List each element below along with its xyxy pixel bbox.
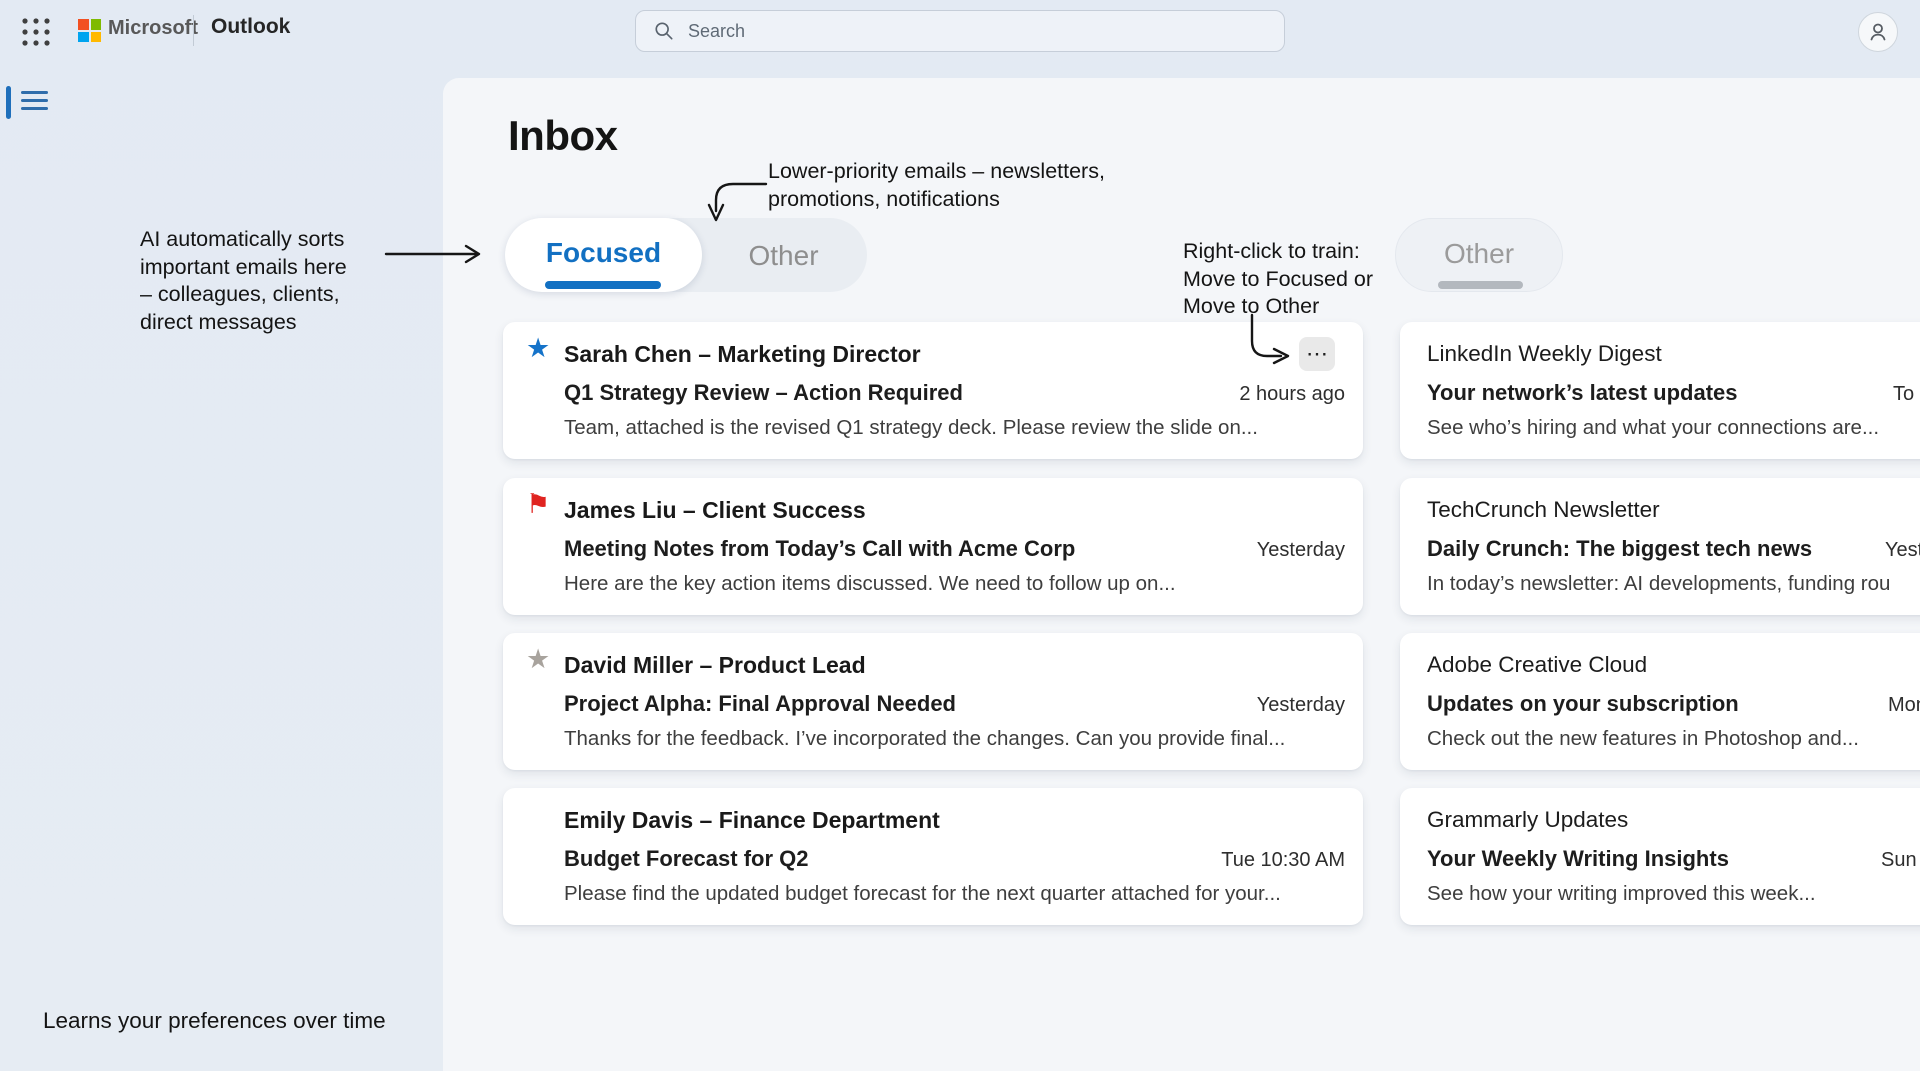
flag-icon[interactable]: ⚑ — [526, 491, 550, 518]
tab-other-right-label: Other — [1396, 219, 1562, 289]
hamburger-menu-icon[interactable] — [21, 91, 49, 113]
waffle-grid-icon — [18, 14, 54, 50]
other-email-card[interactable]: Adobe Creative Cloud Updates on your sub… — [1400, 633, 1920, 770]
tab-other[interactable]: Other — [702, 218, 865, 292]
annotation-train-note: Right-click to train: Move to Focused or… — [1183, 238, 1373, 321]
tab-focused-label: Focused — [505, 218, 702, 288]
tab-focused-underline — [545, 281, 661, 289]
email-time: Mon — [1888, 694, 1920, 717]
other-email-card[interactable]: LinkedIn Weekly Digest Your network’s la… — [1400, 322, 1920, 459]
email-subject: Budget Forecast for Q2 — [564, 846, 808, 872]
email-sender: Emily Davis – Finance Department — [564, 807, 940, 834]
focused-email-card[interactable]: ★ David Miller – Product Lead Project Al… — [503, 633, 1363, 770]
topbar-divider — [193, 15, 194, 46]
email-time: Yest — [1885, 539, 1920, 562]
email-subject: Project Alpha: Final Approval Needed — [564, 691, 956, 717]
search-bar[interactable] — [635, 10, 1285, 52]
email-subject: Updates on your subscription — [1427, 691, 1739, 717]
ellipsis-icon: ⋯ — [1306, 341, 1328, 367]
email-time: Yesterday — [1257, 539, 1345, 562]
outlook-wordmark: Outlook — [211, 15, 290, 39]
email-subject: Your network’s latest updates — [1427, 380, 1738, 406]
search-icon — [654, 21, 674, 41]
email-preview: Check out the new features in Photoshop … — [1427, 727, 1859, 751]
focused-email-card[interactable]: Emily Davis – Finance Department Budget … — [503, 788, 1363, 925]
email-sender: James Liu – Client Success — [564, 497, 866, 524]
ms-logo-red-square — [78, 19, 89, 30]
top-bar: Microsoft Outlook — [0, 0, 1920, 65]
more-options-button[interactable]: ⋯ — [1299, 337, 1335, 371]
email-sender: Adobe Creative Cloud — [1427, 652, 1647, 678]
email-sender: Grammarly Updates — [1427, 807, 1628, 833]
microsoft-logo[interactable] — [78, 19, 101, 42]
email-time: Tue 10:30 AM — [1221, 849, 1345, 872]
app-launcher-icon[interactable] — [18, 14, 54, 50]
email-sender: David Miller – Product Lead — [564, 652, 866, 679]
annotation-footer-note: Learns your preferences over time — [43, 1008, 386, 1034]
email-preview: See how your writing improved this week.… — [1427, 882, 1816, 906]
search-input[interactable] — [686, 20, 1284, 43]
annotation-other-note: Lower-priority emails – newsletters, pro… — [768, 158, 1105, 213]
ms-logo-green-square — [91, 19, 102, 30]
email-sender: Sarah Chen – Marketing Director — [564, 341, 921, 368]
email-sender: LinkedIn Weekly Digest — [1427, 341, 1662, 367]
email-subject: Meeting Notes from Today’s Call with Acm… — [564, 536, 1075, 562]
email-preview: Team, attached is the revised Q1 strateg… — [564, 416, 1258, 440]
email-time: Yesterday — [1257, 694, 1345, 717]
email-preview: Thanks for the feedback. I’ve incorporat… — [564, 727, 1285, 751]
email-time: 2 hours ago — [1239, 383, 1345, 406]
page-title: Inbox — [508, 112, 618, 160]
account-icon — [1866, 20, 1890, 44]
focused-email-card[interactable]: ⚑ James Liu – Client Success Meeting Not… — [503, 478, 1363, 615]
email-preview: See who’s hiring and what your connectio… — [1427, 416, 1879, 440]
other-email-card[interactable]: Grammarly Updates Your Weekly Writing In… — [1400, 788, 1920, 925]
star-icon[interactable]: ★ — [526, 646, 550, 673]
email-subject: Your Weekly Writing Insights — [1427, 846, 1729, 872]
email-preview: In today’s newsletter: AI developments, … — [1427, 572, 1890, 596]
focused-email-card[interactable]: ★ Sarah Chen – Marketing Director Q1 Str… — [503, 322, 1363, 459]
account-button[interactable] — [1858, 12, 1898, 52]
email-preview: Here are the key action items discussed.… — [564, 572, 1176, 596]
microsoft-wordmark: Microsoft — [108, 17, 198, 40]
tab-other-right-underline — [1438, 281, 1523, 289]
ms-logo-yellow-square — [91, 32, 102, 43]
email-subject: Daily Crunch: The biggest tech news — [1427, 536, 1812, 562]
email-time: Sun — [1881, 849, 1917, 872]
email-sender: TechCrunch Newsletter — [1427, 497, 1660, 523]
star-icon[interactable]: ★ — [526, 335, 550, 362]
email-preview: Please find the updated budget forecast … — [564, 882, 1281, 906]
nav-accent-bar — [6, 86, 11, 119]
email-time: To — [1893, 383, 1914, 406]
ms-logo-blue-square — [78, 32, 89, 43]
annotation-focused-note: AI automatically sorts important emails … — [140, 226, 347, 336]
other-email-card[interactable]: TechCrunch Newsletter Daily Crunch: The … — [1400, 478, 1920, 615]
email-subject: Q1 Strategy Review – Action Required — [564, 380, 963, 406]
